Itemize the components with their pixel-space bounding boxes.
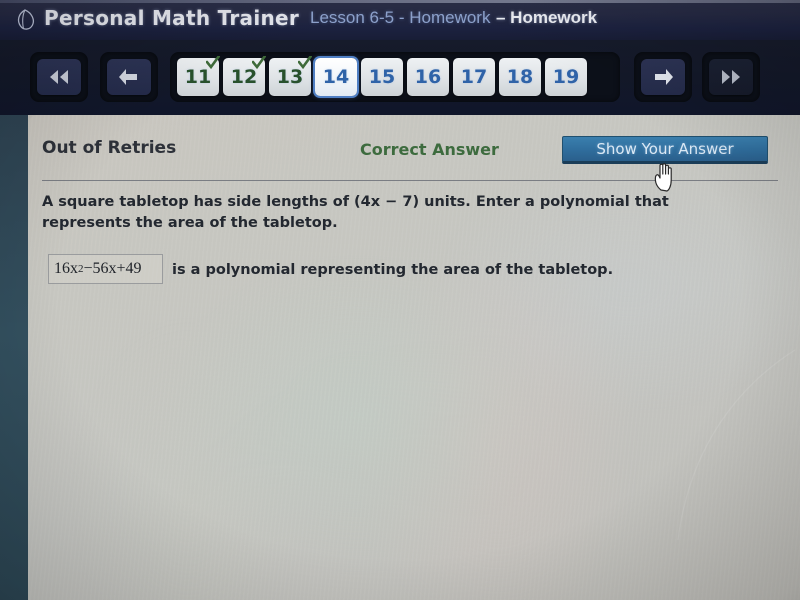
navigation-bar: 11 12 13 14 15 16 17 18 19: [0, 40, 800, 115]
answer-base: 16x: [54, 260, 78, 277]
page-button-12[interactable]: 12: [223, 56, 266, 96]
back-button[interactable]: [107, 59, 151, 95]
completed-check-icon: [206, 56, 220, 70]
forward-button-group: [634, 52, 692, 102]
titlebar-highlight: [0, 0, 800, 3]
rewind-double-left-icon: [50, 70, 68, 84]
page-button-label: 19: [552, 66, 580, 88]
page-button-15[interactable]: 15: [361, 58, 403, 96]
page-button-label: 17: [460, 66, 488, 88]
page-button-16[interactable]: 16: [407, 58, 449, 96]
answer-rest: −56x+49: [83, 260, 142, 277]
fast-forward-double-right-icon: [722, 70, 740, 84]
left-edge-strip: [0, 115, 28, 600]
correct-answer-label: Correct Answer: [360, 140, 499, 159]
fast-forward-button[interactable]: [709, 59, 753, 95]
status-badge: Out of Retries: [42, 138, 177, 158]
completed-check-icon: [298, 56, 312, 70]
question-text: A square tabletop has side lengths of (4…: [42, 194, 669, 232]
page-button-label: 15: [368, 66, 396, 88]
back-button-group: [100, 52, 158, 102]
screen: Personal Math Trainer Lesson 6-5 - Homew…: [0, 0, 800, 600]
page-button-14[interactable]: 14: [315, 58, 357, 96]
page-button-18[interactable]: 18: [499, 58, 541, 96]
app-title: Personal Math Trainer: [44, 6, 300, 30]
show-your-answer-button[interactable]: Show Your Answer: [562, 136, 768, 164]
header-divider: [42, 180, 778, 181]
leaf-droplet-logo-icon: [17, 9, 35, 30]
answer-suffix-text: is a polynomial representing the area of…: [172, 262, 614, 278]
page-button-label: 16: [414, 66, 442, 88]
page-button-label: 14: [322, 66, 350, 88]
rewind-button-group: [30, 52, 88, 102]
lesson-suffix: – Homework: [496, 8, 598, 27]
page-buttons-group: 11 12 13 14 15 16 17 18 19: [170, 52, 620, 102]
content-sheet: [28, 115, 800, 600]
lesson-breadcrumb: Lesson 6-5 - Homework: [310, 8, 491, 27]
page-button-17[interactable]: 17: [453, 58, 495, 96]
arrow-right-icon: [655, 69, 673, 85]
page-button-19[interactable]: 19: [545, 58, 587, 96]
page-button-label: 18: [506, 66, 534, 88]
fast-forward-button-group: [702, 52, 760, 102]
forward-button[interactable]: [641, 59, 685, 95]
page-button-13[interactable]: 13: [269, 56, 312, 96]
completed-check-icon: [252, 56, 266, 70]
content-panel: [0, 115, 800, 600]
page-button-11[interactable]: 11: [177, 56, 220, 96]
title-bar: Personal Math Trainer Lesson 6-5 - Homew…: [0, 0, 800, 40]
rewind-button[interactable]: [37, 59, 81, 95]
arrow-left-icon: [119, 69, 137, 85]
answer-input-box[interactable]: 16x 2 −56x+49: [48, 254, 163, 284]
